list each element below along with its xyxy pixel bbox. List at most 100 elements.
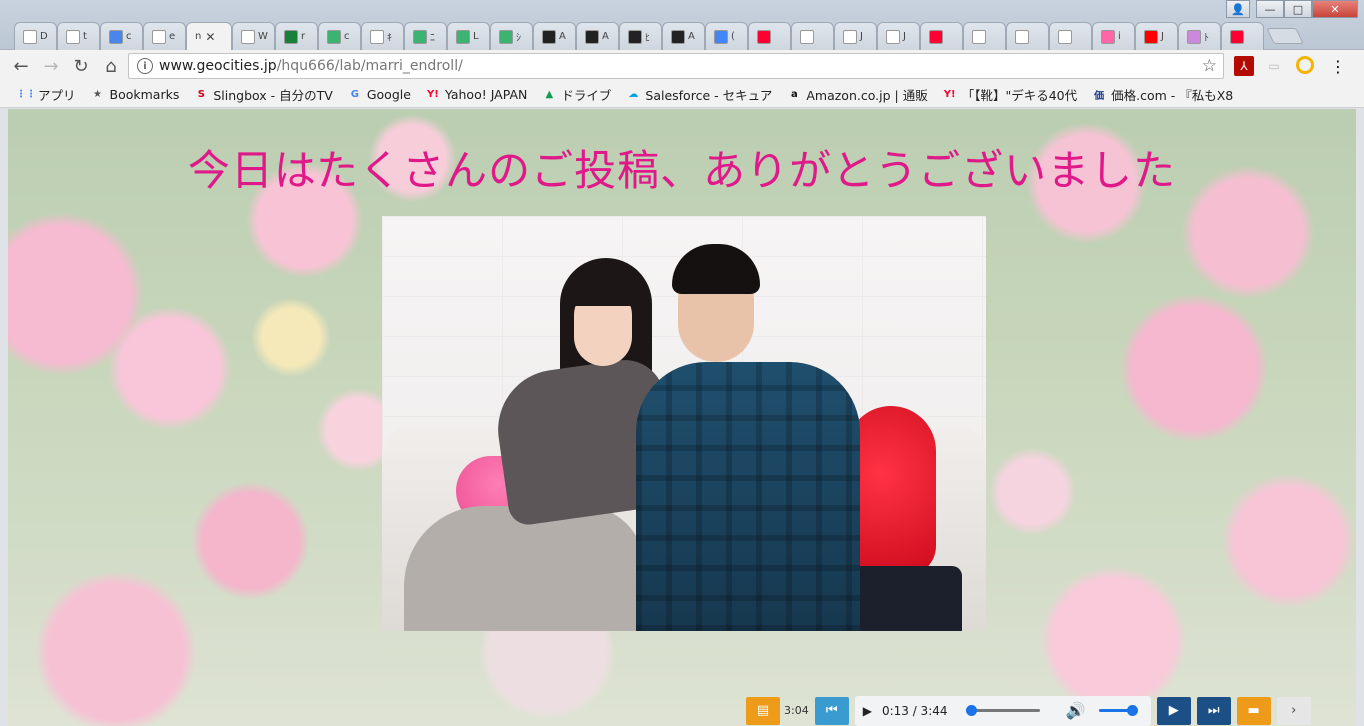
tab-7[interactable]: c (318, 22, 361, 50)
dark-badge-icon (628, 29, 642, 44)
tab-label: ﾋ (645, 33, 650, 44)
audio-play-icon[interactable]: ▶ (863, 704, 872, 718)
wiki-icon (241, 29, 255, 44)
dark-badge-icon (542, 29, 556, 44)
tab-label: J (860, 31, 863, 42)
tab-3[interactable]: e (143, 22, 186, 50)
menu-icon[interactable]: ⋮ (1328, 56, 1348, 76)
home-button[interactable]: ⌂ (96, 52, 126, 80)
kakaku-icon: 価 (1094, 91, 1105, 102)
tab-4[interactable]: n ✕ (186, 22, 232, 50)
bookmark-item[interactable]: Y! Yahoo! JAPAN (425, 87, 527, 103)
tab-1[interactable]: t (57, 22, 100, 50)
green-circle-icon (499, 29, 513, 44)
bookmark-item[interactable]: ⋮⋮ アプリ (16, 85, 76, 104)
bookmark-item[interactable]: ★ Bookmarks (90, 87, 179, 103)
minimize-button[interactable]: — (1256, 0, 1284, 18)
back-button[interactable]: ← (6, 52, 36, 80)
tab-26[interactable]: J (1135, 22, 1178, 50)
volume-knob[interactable] (1127, 705, 1139, 716)
tab-14[interactable]: ﾋ (619, 22, 662, 50)
tab-28[interactable] (1221, 22, 1264, 50)
audio-time: 0:13 / 3:44 (881, 703, 948, 718)
bookmark-item[interactable]: ▲ ドライブ (541, 85, 612, 104)
volume-slider[interactable] (1099, 705, 1139, 716)
tab-label: c (126, 31, 132, 42)
close-tab-icon[interactable]: ✕ (205, 30, 215, 44)
tab-label: n (195, 31, 202, 42)
address-bar[interactable]: i www.geocities.jp/hqu666/lab/marri_endr… (128, 53, 1224, 79)
tab-11[interactable]: ｼ (490, 22, 533, 50)
tab-18[interactable] (791, 22, 834, 50)
cast-extension-icon[interactable]: ▭ (1264, 56, 1284, 76)
tab-16[interactable]: ( (705, 22, 748, 50)
close-window-button[interactable]: ✕ (1312, 0, 1358, 18)
next-button[interactable]: ⏭ (1196, 696, 1231, 725)
sync-extension-icon[interactable] (1296, 56, 1314, 74)
google-icon: G (350, 89, 359, 100)
tab-6[interactable]: r (275, 22, 318, 50)
new-tab-button[interactable] (1266, 28, 1304, 44)
tab-label: A (602, 31, 609, 42)
yahoo-icon (1230, 29, 1244, 44)
doc-icon (1015, 29, 1029, 44)
tab-20[interactable]: J (877, 22, 920, 50)
tab-10[interactable]: L (447, 22, 490, 50)
previous-button[interactable]: ⏮ (814, 696, 849, 725)
tab-13[interactable]: A (576, 22, 619, 50)
tab-8[interactable]: ｷ (361, 22, 404, 50)
peek-text: 3:04 (784, 704, 809, 717)
doc-icon (886, 29, 900, 44)
forward-button[interactable]: → (36, 52, 66, 80)
docs-icon (109, 29, 123, 44)
pdf-extension-icon[interactable]: ⅄ (1234, 56, 1254, 76)
play-button[interactable]: ▶ (1156, 696, 1191, 725)
tabs-list: Dt c e n ✕ Wr c ｷ ﾆ L ｼ A A ﾋ A (J Ji J ﾄ (14, 18, 1304, 50)
tab-2[interactable]: c (100, 22, 143, 50)
bookmark-item[interactable]: G Google (347, 87, 411, 103)
user-icon[interactable]: 👤 (1226, 0, 1250, 18)
reload-button[interactable]: ↻ (66, 52, 96, 80)
tab-21[interactable] (920, 22, 963, 50)
bookmark-star-icon[interactable]: ☆ (1202, 56, 1217, 76)
volume-icon[interactable]: 🔊 (1066, 701, 1086, 720)
playlist-button[interactable]: ▤ (746, 696, 780, 725)
tab-12[interactable]: A (533, 22, 576, 50)
tab-15[interactable]: A (662, 22, 705, 50)
bookmark-item[interactable]: S Slingbox - 自分のTV (193, 85, 333, 104)
more-button[interactable]: › (1276, 696, 1311, 725)
info-icon[interactable]: i (137, 58, 153, 74)
audio-progress-knob[interactable] (965, 705, 977, 716)
tab-5[interactable]: W (232, 22, 275, 50)
tab-17[interactable] (748, 22, 791, 50)
tab-27[interactable]: ﾄ (1178, 22, 1221, 50)
slingbox-icon: S (197, 89, 205, 100)
yahoo-icon (757, 29, 771, 44)
green-circle-icon (413, 29, 427, 44)
doc-icon (152, 29, 166, 44)
bookmark-item[interactable]: ☁ Salesforce - セキュア (625, 85, 772, 104)
tab-24[interactable] (1049, 22, 1092, 50)
tab-23[interactable] (1006, 22, 1049, 50)
tab-label: i (1118, 31, 1121, 42)
bookmark-item[interactable]: 価価格.com - 『私もX8 (1091, 85, 1233, 104)
bookmark-item[interactable]: a Amazon.co.jp | 通販 (786, 85, 928, 104)
browser-toolbar: ← → ↻ ⌂ i www.geocities.jp/hqu666/lab/ma… (0, 50, 1364, 82)
audio-player[interactable]: ▶ 0:13 / 3:44 🔊 (854, 695, 1151, 726)
comment-button[interactable]: ▬ (1236, 696, 1271, 725)
audio-progress-slider[interactable] (965, 705, 1040, 716)
woman-skirt (404, 506, 644, 631)
tab-strip: Dt c e n ✕ Wr c ｷﾆ L ｼ A A ﾋ A(J Ji J ﾄ 👤 — □ ✕ (0, 0, 1364, 50)
tab-19[interactable]: J (834, 22, 877, 50)
tab-25[interactable]: i (1092, 22, 1135, 50)
doc-icon (972, 29, 986, 44)
amazon-icon: a (790, 89, 798, 100)
sheets-icon (284, 29, 298, 44)
yahoo-icon: Y! (427, 89, 439, 100)
tab-22[interactable] (963, 22, 1006, 50)
tab-9[interactable]: ﾆ (404, 22, 447, 50)
man-shirt (636, 362, 860, 631)
maximize-button[interactable]: □ (1284, 0, 1312, 18)
bookmark-item[interactable]: Y! 「【靴】"デキる40代 (942, 85, 1077, 104)
tab-0[interactable]: D (14, 22, 57, 50)
